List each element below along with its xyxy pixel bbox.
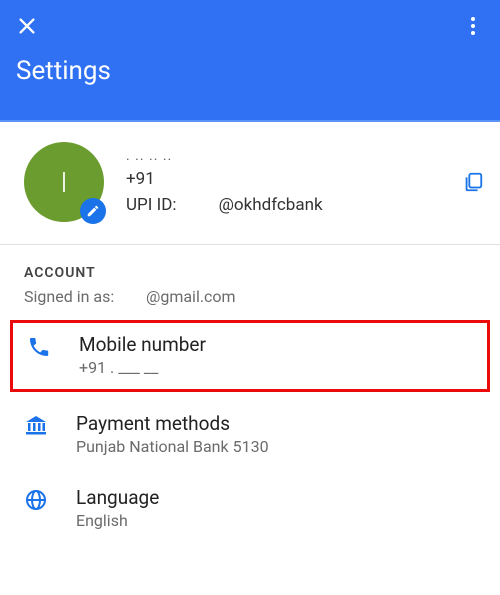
mobile-number-value: +91 . ___ __	[79, 358, 206, 377]
profile-phone: +91	[126, 167, 462, 193]
account-section-label: ACCOUNT	[0, 245, 500, 287]
pencil-icon	[86, 204, 100, 218]
upi-label: UPI ID:	[126, 195, 177, 215]
mobile-number-item[interactable]: Mobile number +91 . ___ __	[13, 323, 487, 389]
profile-block: I . .. .. .. +91 UPI ID: xxxx @okhdfcban…	[0, 122, 500, 245]
avatar-initial: I	[60, 166, 67, 199]
language-text: Language English	[50, 486, 159, 530]
language-value: English	[76, 511, 159, 530]
phone-icon	[27, 335, 53, 361]
payment-methods-text: Payment methods Punjab National Bank 513…	[50, 412, 269, 456]
mobile-number-title: Mobile number	[79, 333, 206, 356]
language-title: Language	[76, 486, 159, 509]
close-icon[interactable]	[16, 15, 38, 37]
payment-methods-title: Payment methods	[76, 412, 269, 435]
mobile-number-highlight: Mobile number +91 . ___ __	[10, 320, 490, 392]
profile-upi: UPI ID: xxxx @okhdfcbank	[126, 193, 462, 219]
mobile-number-text: Mobile number +91 . ___ __	[53, 333, 206, 377]
header-top	[16, 14, 484, 38]
copy-icon	[462, 171, 484, 193]
signed-in-label: Signed in as:	[24, 287, 114, 306]
copy-button[interactable]	[462, 171, 484, 193]
payment-methods-value: Punjab National Bank 5130	[76, 437, 269, 456]
bank-icon	[24, 414, 50, 440]
avatar-wrap[interactable]: I	[24, 142, 104, 222]
signed-in-row: Signed in as: xxx @gmail.com	[0, 287, 500, 320]
profile-name: . .. .. ..	[126, 146, 462, 167]
profile-info: . .. .. .. +91 UPI ID: xxxx @okhdfcbank	[104, 146, 462, 218]
globe-icon	[24, 488, 50, 514]
payment-methods-item[interactable]: Payment methods Punjab National Bank 513…	[0, 398, 500, 472]
language-item[interactable]: Language English	[0, 472, 500, 546]
page-title: Settings	[16, 56, 484, 86]
signed-in-email: @gmail.com	[146, 287, 236, 306]
header: Settings	[0, 0, 500, 120]
edit-badge[interactable]	[80, 198, 106, 224]
upi-handle: @okhdfcbank	[219, 195, 323, 215]
more-vert-icon[interactable]	[462, 15, 484, 37]
